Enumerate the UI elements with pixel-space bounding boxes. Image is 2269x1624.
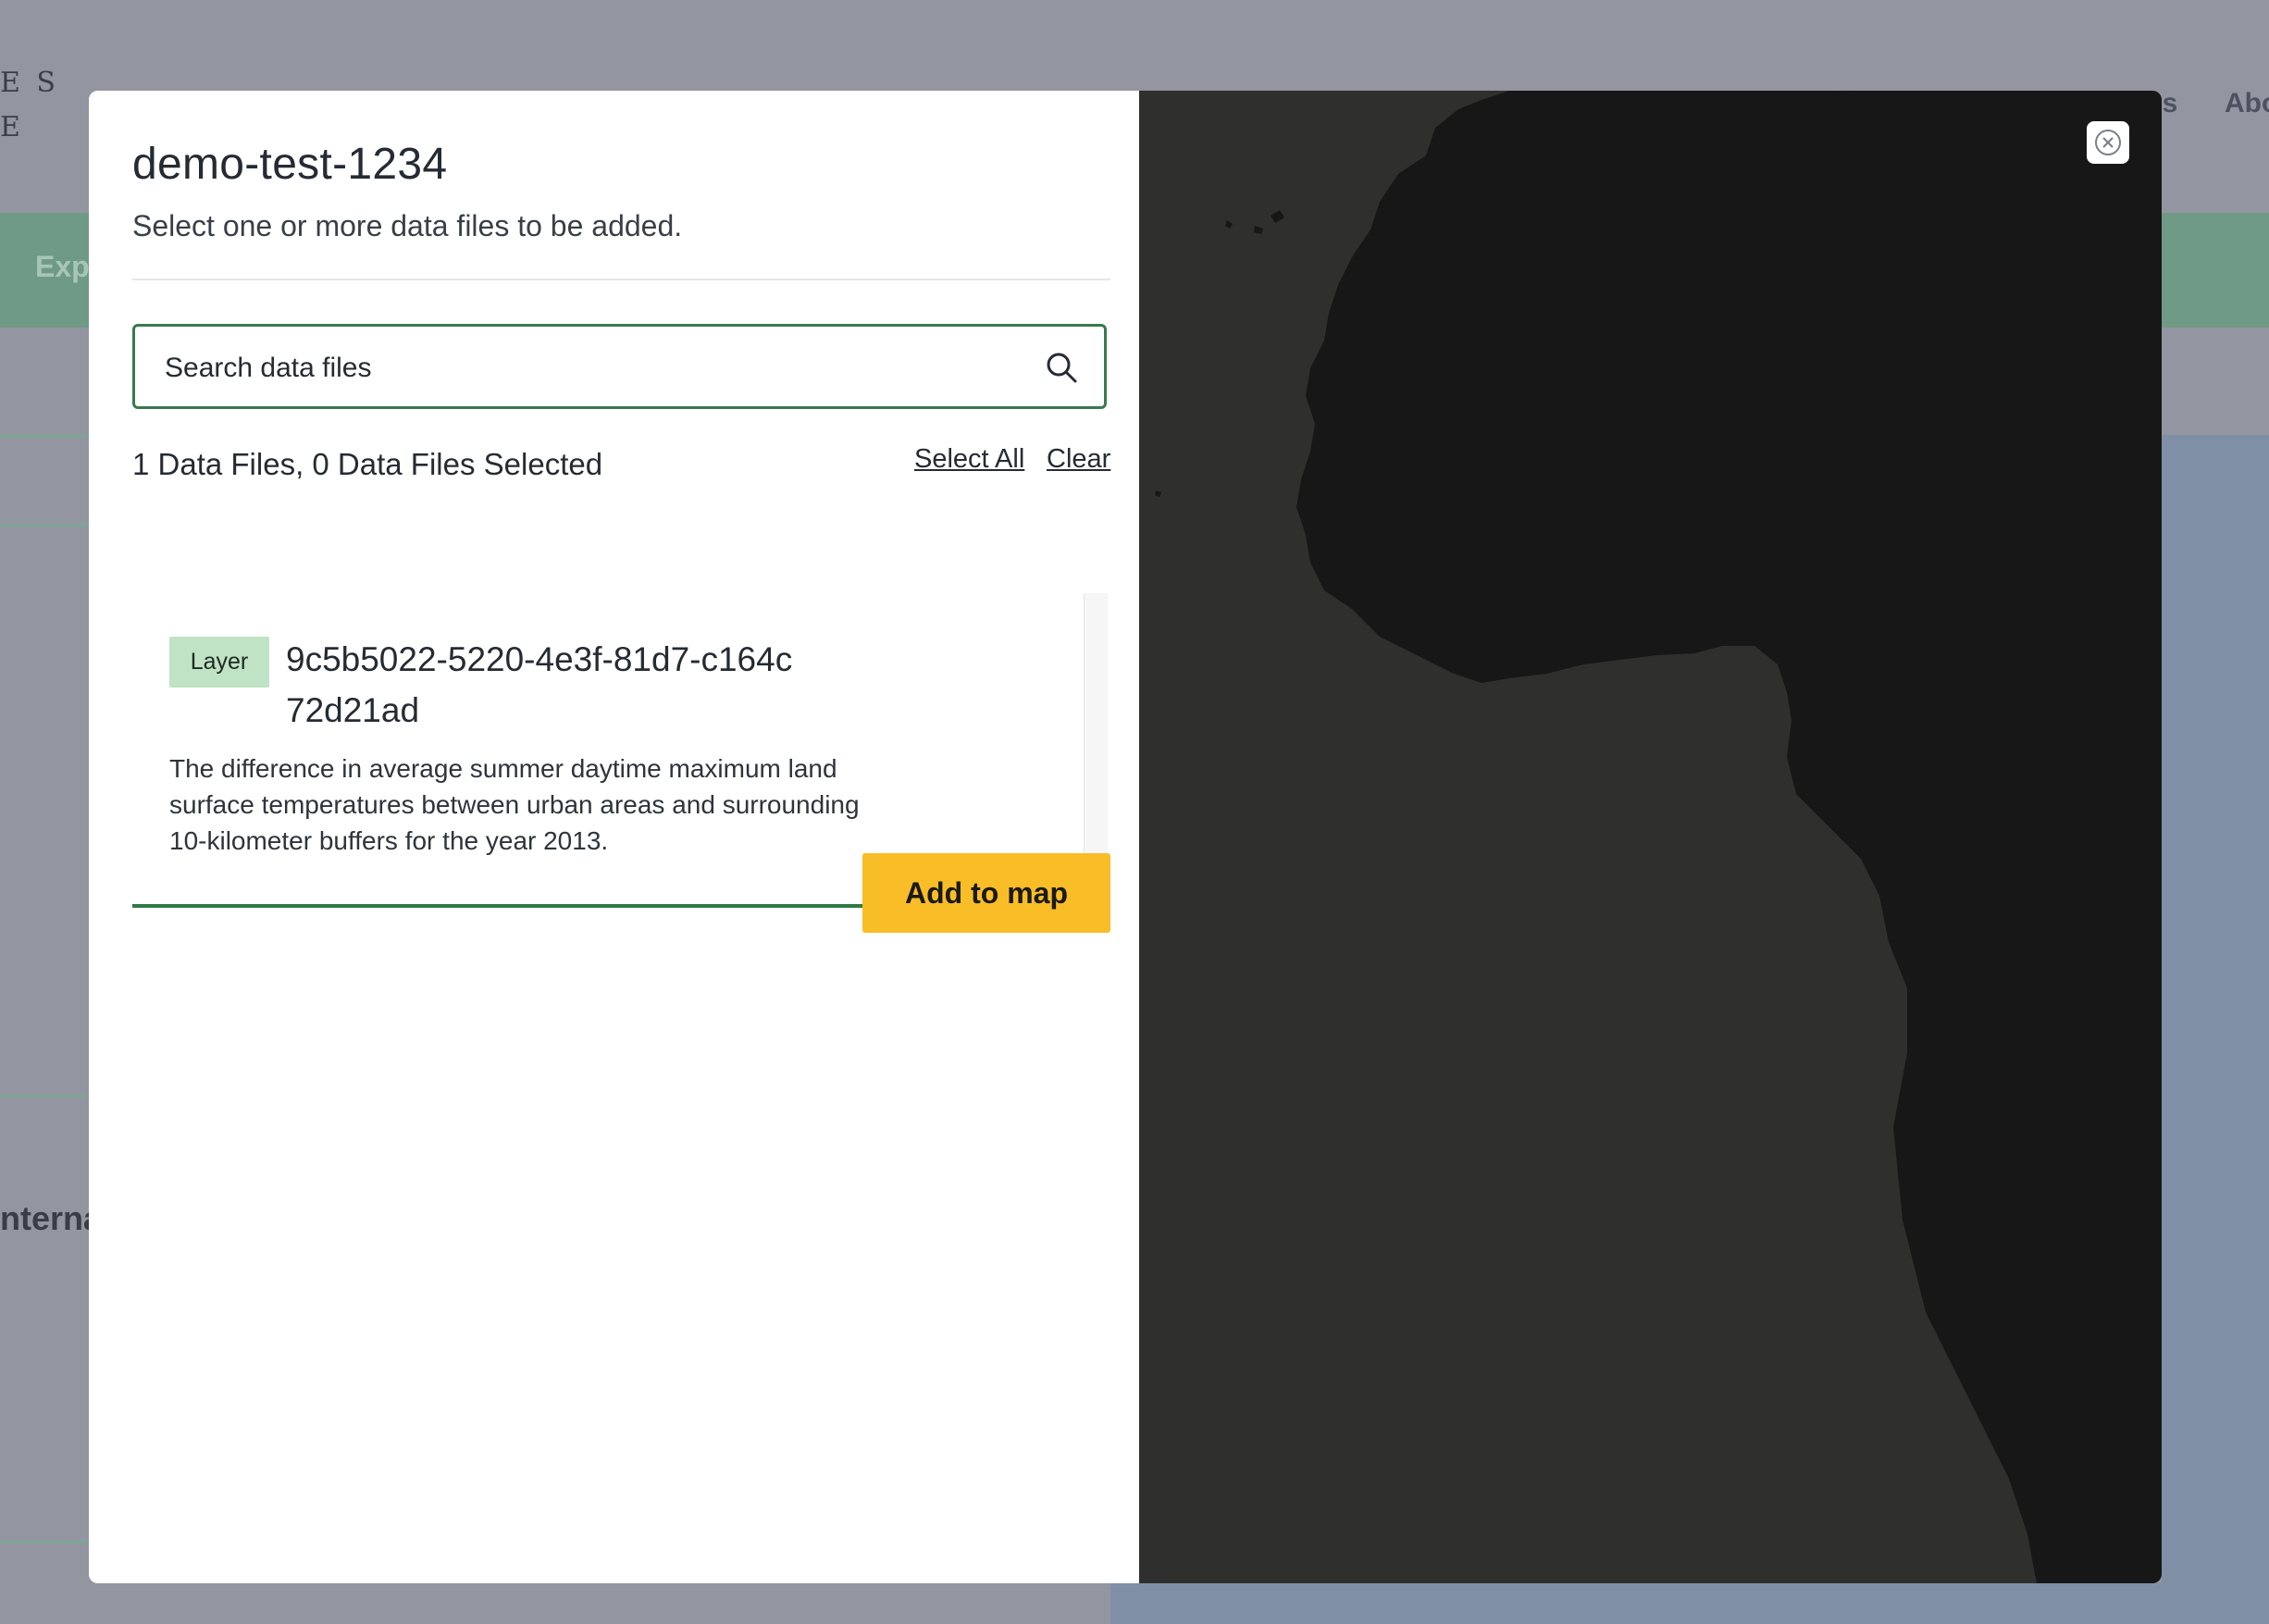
search-input[interactable] [163, 347, 999, 390]
logo-line-2: E [0, 111, 24, 143]
divider [132, 279, 1110, 280]
nav-item-about: Abo [2225, 88, 2269, 118]
add-data-modal: demo-test-1234 Select one or more data f… [89, 91, 2162, 1583]
add-to-map-button[interactable]: Add to map [862, 853, 1110, 933]
select-all-link[interactable]: Select All [914, 444, 1024, 475]
section-label: nterna [0, 1199, 103, 1237]
background-divider [0, 524, 93, 527]
map-preview [1139, 91, 2162, 1583]
clear-link[interactable]: Clear [1047, 444, 1110, 475]
logo-line-1: E S [0, 67, 59, 99]
modal-panel: demo-test-1234 Select one or more data f… [89, 91, 1139, 1583]
site-logo: E S E [0, 61, 59, 150]
background-map [2162, 435, 2269, 1624]
layer-badge: Layer [169, 637, 269, 688]
background-divider [0, 1095, 93, 1097]
close-icon [2095, 130, 2121, 155]
data-file-description: The difference in average summer daytime… [169, 754, 860, 855]
modal-subtitle: Select one or more data files to be adde… [132, 209, 683, 242]
background-divider [0, 435, 93, 438]
modal-title: demo-test-1234 [132, 140, 448, 189]
file-count: 1 Data Files, 0 Data Files Selected [132, 447, 603, 481]
search-box [132, 324, 1107, 409]
africa-land-map [1155, 91, 2162, 1583]
search-icon[interactable] [1045, 351, 1078, 384]
data-file-id: 9c5b5022-5220-4e3f-81d7-c164c72d21ad [286, 640, 793, 729]
background-divider [0, 1541, 93, 1543]
close-button[interactable] [2087, 121, 2129, 164]
background-map-bottom [1110, 1583, 2269, 1624]
